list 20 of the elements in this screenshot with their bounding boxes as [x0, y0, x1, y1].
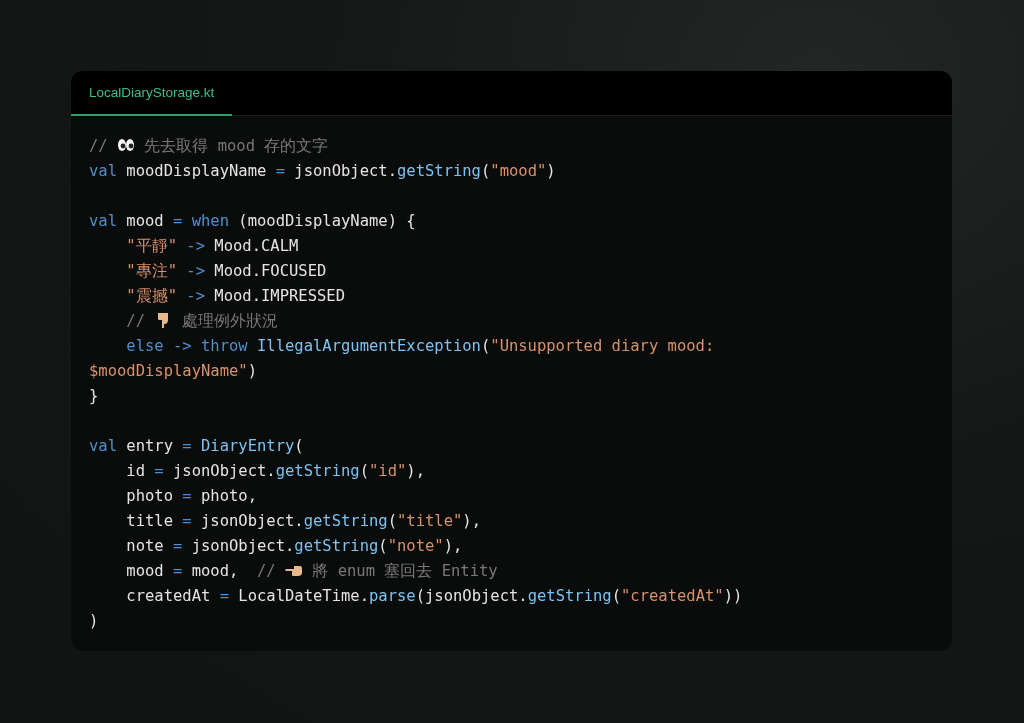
code-line: photo = photo,: [125, 486, 257, 507]
code-line: createdAt = LocalDateTime.parse(jsonObject.getString("createdAt")): [125, 586, 743, 607]
code-line: // 處理例外狀況: [125, 310, 278, 332]
code-line: id = jsonObject.getString("id"),: [125, 461, 425, 482]
eyes-icon: [117, 136, 135, 154]
code-line: "專注" -> Mood.FOCUSED: [125, 261, 327, 282]
code-line: else -> throw IllegalArgumentException("Unsupported diary mood:: [125, 336, 715, 357]
file-tab[interactable]: LocalDiaryStorage.kt: [71, 71, 233, 116]
code-line: $moodDisplayName"): [89, 361, 257, 382]
code-line: // 先去取得 mood 存的文字: [89, 135, 329, 157]
code-line: mood = mood, // 將 enum 塞回去 Entity: [125, 560, 498, 582]
code-line: }: [89, 386, 99, 407]
code-line: title = jsonObject.getString("title"),: [125, 511, 481, 532]
code-line: "平靜" -> Mood.CALM: [125, 236, 299, 257]
code-line: ): [89, 611, 99, 632]
code-line: val mood = when (moodDisplayName) {: [89, 211, 416, 232]
code-line: val entry = DiaryEntry(: [89, 436, 304, 457]
code-line: note = jsonObject.getString("note"),: [125, 536, 463, 557]
code-line: "震撼" -> Mood.IMPRESSED: [125, 286, 345, 307]
code-line: val moodDisplayName = jsonObject.getString("mood"): [89, 161, 556, 182]
